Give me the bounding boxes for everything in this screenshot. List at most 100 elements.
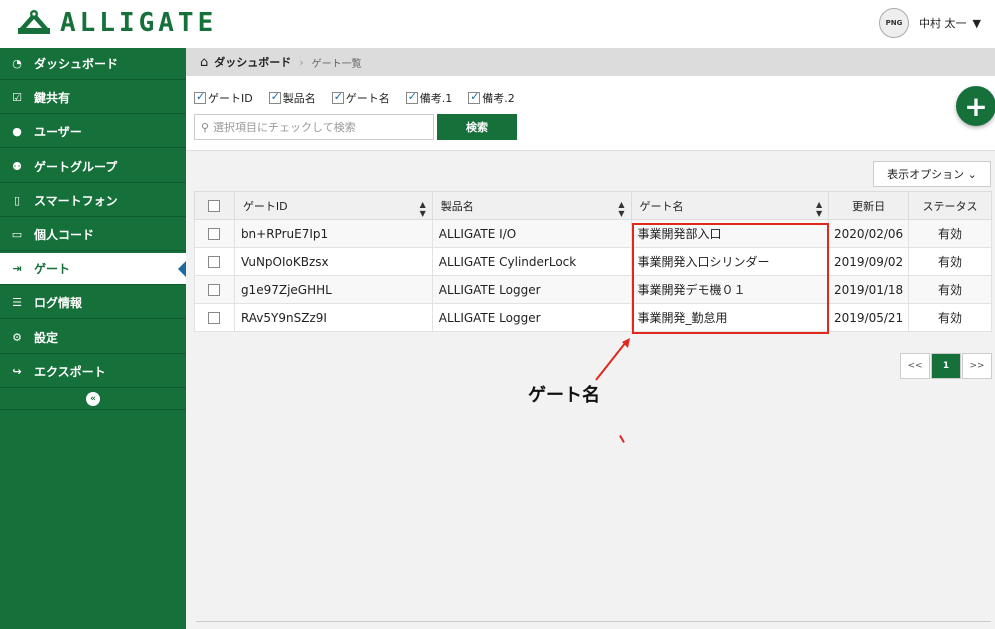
check-square-icon: ☑: [12, 91, 22, 105]
row-select-cell[interactable]: [194, 303, 235, 332]
updated-cell: 2019/01/18: [828, 275, 910, 304]
filter-label: ゲートID: [208, 92, 253, 105]
smartphone-icon: ▯: [13, 193, 21, 207]
pager-page-current[interactable]: 1: [931, 353, 961, 379]
avatar: PNG: [879, 8, 910, 38]
search-placeholder: 選択項目にチェックして検索: [213, 121, 356, 134]
logo-text: ALLIGATE: [60, 8, 218, 38]
sidebar-item-label: 鍵共有: [34, 91, 71, 106]
sign-in-icon: ⇥: [12, 262, 22, 276]
filter-label: 備考.2: [482, 92, 515, 105]
filter-checkbox-item[interactable]: ゲートID: [194, 90, 253, 106]
breadcrumb-root[interactable]: ダッシュボード: [214, 54, 291, 70]
main-content: ⌂ ダッシュボード › ゲート一覧 ゲートID製品名ゲート名備考.1備考.2 ⚲…: [186, 48, 995, 629]
sidebar-item-4[interactable]: ▯ スマートフォン: [0, 184, 186, 217]
sort-icon[interactable]: ▲ ▼: [618, 200, 624, 218]
sidebar-item-0[interactable]: ◔ ダッシュボード: [0, 48, 186, 80]
filter-checkbox-item[interactable]: 製品名: [268, 90, 316, 106]
row-select-cell[interactable]: [194, 275, 235, 304]
sidebar-item-label: ユーザー: [34, 125, 82, 140]
row-checkbox[interactable]: [208, 227, 221, 240]
sidebar-item-1[interactable]: ☑ 鍵共有: [0, 82, 186, 115]
sidebar-item-6[interactable]: ⇥ ゲート: [0, 253, 186, 286]
sidebar-item-label: ダッシュボード: [34, 57, 119, 71]
sidebar-item-label: ゲートグループ: [34, 159, 118, 174]
filter-checkbox[interactable]: [331, 90, 344, 104]
status-cell: 有効: [908, 303, 992, 332]
table-row[interactable]: VuNpOIoKBzsx ALLIGATE CylinderLock 事業開発入口シ…: [194, 247, 992, 276]
select-all-header[interactable]: [194, 191, 235, 220]
home-icon[interactable]: ⌂: [200, 55, 208, 70]
filter-label: ゲート名: [345, 92, 390, 105]
row-checkbox[interactable]: [208, 255, 221, 268]
filter-checkbox[interactable]: [405, 90, 418, 104]
filter-label: 製品名: [282, 92, 316, 105]
pagination: << 1 >>: [900, 353, 993, 379]
users-icon: ⚉: [12, 159, 22, 173]
row-select-cell[interactable]: [194, 219, 235, 248]
pager-next[interactable]: >>: [962, 353, 992, 379]
table-row[interactable]: g1e97ZjeGHHL ALLIGATE Logger 事業開発デモ機０１ 2019…: [194, 275, 992, 304]
gear-icon: ⚙: [12, 330, 22, 344]
list-icon: ☰: [12, 296, 22, 310]
panel-divider: [196, 621, 991, 622]
caret-down-icon: ▼: [972, 16, 981, 30]
sidebar-item-8[interactable]: ⚙ 設定: [0, 321, 186, 354]
status-cell: 有効: [908, 275, 992, 304]
gate-table-body: bn+RPruE7Ip1 ALLIGATE I/O 事業開発部入口 2020/02/0…: [194, 219, 992, 332]
gate-table: ゲートID ▲ ▼ 製品名 ▲ ▼ ゲート名 ▲ ▼ 更新日 ステータス bn+RPruE7…: [194, 191, 992, 332]
filter-checkbox[interactable]: [194, 90, 206, 104]
header-gate-id[interactable]: ゲートID ▲ ▼: [233, 191, 433, 220]
table-row[interactable]: bn+RPruE7Ip1 ALLIGATE I/O 事業開発部入口 2020/02/0…: [194, 219, 992, 248]
filter-checkbox-item[interactable]: 備考.2: [468, 90, 515, 106]
sidebar-collapse-row: «: [0, 390, 186, 410]
gate-id-cell: VuNpOIoKBzsx: [233, 247, 433, 276]
header-updated[interactable]: 更新日: [828, 191, 910, 220]
gate-id-cell: g1e97ZjeGHHL: [233, 275, 433, 304]
user-menu[interactable]: PNG 中村 太一 ▼: [879, 8, 981, 38]
search-input[interactable]: ⚲ 選択項目にチェックして検索: [194, 114, 434, 140]
filter-checkbox[interactable]: [268, 90, 281, 104]
product-cell: ALLIGATE I/O: [431, 219, 632, 248]
filter-checkbox-item[interactable]: ゲート名: [331, 90, 390, 106]
gate-list-panel: 表示オプション ⌄ ゲートID ▲ ▼ 製品名 ▲ ▼ ゲート名 ▲ ▼ 更新日 ステータス…: [186, 150, 995, 629]
updated-cell: 2019/09/02: [828, 247, 910, 276]
logo[interactable]: ALLIGATE: [14, 8, 217, 38]
sidebar-nav: ◔ ダッシュボード ☑ 鍵共有 ● ユーザー ⚉ ゲートグループ ▯ スマートフォン ▭ 個人コード ⇥…: [0, 48, 186, 388]
collapse-icon[interactable]: «: [86, 392, 100, 407]
row-select-cell[interactable]: [194, 247, 235, 276]
annotation-arrow-icon: [595, 338, 630, 381]
select-all-checkbox[interactable]: [208, 199, 221, 212]
filter-label: 備考.1: [419, 92, 453, 105]
sort-icon[interactable]: ▲ ▼: [816, 200, 822, 218]
sidebar-item-2[interactable]: ● ユーザー: [0, 116, 186, 149]
header-status[interactable]: ステータス: [908, 191, 992, 220]
sidebar-item-label: ゲート: [34, 262, 71, 277]
header-label: 製品名: [440, 199, 474, 213]
filter-checkbox[interactable]: [468, 90, 481, 104]
annotation-mark: [619, 435, 625, 443]
display-options-button[interactable]: 表示オプション ⌄: [873, 161, 991, 187]
header-label: 更新日: [852, 199, 886, 213]
user-icon: ●: [12, 125, 22, 139]
search-button[interactable]: 検索: [437, 114, 517, 140]
pager-prev[interactable]: <<: [900, 353, 930, 379]
dashboard-icon: ◔: [12, 57, 22, 70]
sort-icon[interactable]: ▲ ▼: [420, 200, 426, 218]
add-gate-button[interactable]: +: [956, 86, 995, 126]
sidebar-item-9[interactable]: ↪ エクスポート: [0, 355, 186, 388]
header-gate-name[interactable]: ゲート名 ▲ ▼: [630, 191, 830, 220]
sidebar-item-3[interactable]: ⚉ ゲートグループ: [0, 150, 186, 183]
table-row[interactable]: RAv5Y9nSZz9I ALLIGATE Logger 事業開発_勤怠用 2019/…: [194, 303, 992, 332]
row-checkbox[interactable]: [208, 311, 221, 324]
header-product[interactable]: 製品名 ▲ ▼: [431, 191, 632, 220]
filter-checkbox-item[interactable]: 備考.1: [405, 90, 453, 106]
table-header-row: ゲートID ▲ ▼ 製品名 ▲ ▼ ゲート名 ▲ ▼ 更新日 ステータス: [194, 191, 992, 220]
sidebar-item-5[interactable]: ▭ 個人コード: [0, 218, 186, 251]
updated-cell: 2020/02/06: [828, 219, 910, 248]
credit-card-icon: ▭: [11, 227, 23, 241]
row-checkbox[interactable]: [208, 283, 221, 296]
annotation-label: ゲート名: [528, 385, 600, 406]
header-label: ゲート名: [639, 199, 684, 213]
sidebar-item-7[interactable]: ☰ ログ情報: [0, 287, 186, 320]
